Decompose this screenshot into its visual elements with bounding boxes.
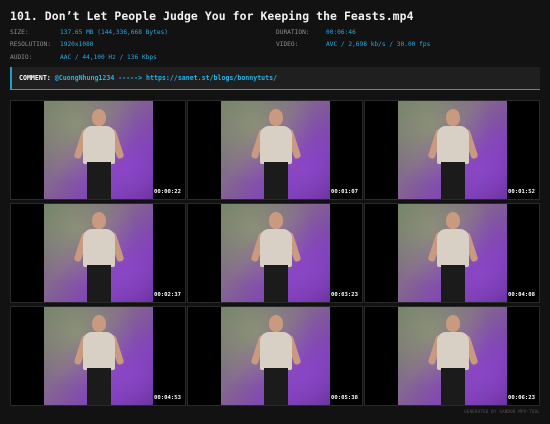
size-value: 137.65 MB (144,336,668 Bytes): [60, 29, 169, 36]
audio-label: AUDIO:: [10, 53, 33, 61]
thumbnail[interactable]: 00:03:23: [187, 203, 363, 303]
timestamp: 00:00:22: [154, 189, 181, 195]
video-frame: [398, 101, 507, 199]
thumbnail[interactable]: 00:06:23: [364, 306, 540, 406]
resolution-row: RESOLUTION: 1920x1080: [10, 39, 168, 51]
thumbnail[interactable]: 00:04:53: [10, 306, 186, 406]
video-label: VIDEO:: [276, 41, 299, 49]
video-frame: [44, 204, 153, 302]
resolution-value: 1920x1080: [60, 41, 94, 49]
timestamp: 00:01:52: [508, 189, 535, 195]
speaker-figure: [73, 109, 124, 199]
thumbnail-grid: 00:00:22 00:01:07 00:01:52 00:02:37 00:0…: [10, 100, 540, 406]
speaker-figure: [73, 315, 124, 405]
size-label: SIZE:: [10, 29, 29, 36]
timestamp: 00:03:23: [331, 292, 358, 298]
speaker-figure: [427, 212, 478, 302]
thumbnail[interactable]: 00:01:07: [187, 100, 363, 200]
metadata-right: DURATION: 00:06:46 VIDEO: AVC / 2,698 kb/s…: [276, 27, 430, 52]
generator-credit: GENERATED BY SANDOR MPV-TOOL: [464, 409, 540, 414]
video-frame: [398, 204, 507, 302]
timestamp: 00:01:07: [331, 189, 358, 195]
video-value: AVC / 2,698 kb/s / 30.00 fps: [326, 41, 431, 49]
speaker-figure: [427, 315, 478, 405]
timestamp: 00:02:37: [154, 292, 181, 298]
thumbnail[interactable]: 00:04:08: [364, 203, 540, 303]
comment-bar: COMMENT: @CuongNhung1234 -----> https://…: [10, 67, 540, 90]
video-title: 101. Don’t Let People Judge You for Keep…: [10, 9, 414, 23]
video-frame: [398, 307, 507, 405]
video-frame: [221, 204, 330, 302]
thumbnail[interactable]: 00:01:52: [364, 100, 540, 200]
video-row: VIDEO: AVC / 2,698 kb/s / 30.00 fps: [276, 39, 430, 51]
video-frame: [221, 307, 330, 405]
audio-value: AAC / 44,100 Hz / 136 Kbps: [60, 53, 157, 61]
speaker-figure: [250, 109, 301, 199]
comment-value: @CuongNhung1234 -----> https://sanet.st/…: [54, 74, 278, 82]
speaker-figure: [427, 109, 478, 199]
speaker-figure: [250, 212, 301, 302]
speaker-figure: [250, 315, 301, 405]
thumbnail[interactable]: 00:05:38: [187, 306, 363, 406]
duration-row: DURATION: 00:06:46: [276, 27, 430, 39]
video-frame: [44, 307, 153, 405]
thumbnail[interactable]: 00:02:37: [10, 203, 186, 303]
video-frame: [221, 101, 330, 199]
duration-label: DURATION:: [276, 29, 310, 36]
video-frame: [44, 101, 153, 199]
metadata-left: SIZE: 137.65 MB (144,336,668 Bytes) RESOL…: [10, 27, 168, 64]
timestamp: 00:04:53: [154, 395, 181, 401]
thumbnail[interactable]: 00:00:22: [10, 100, 186, 200]
audio-row: AUDIO: AAC / 44,100 Hz / 136 Kbps: [10, 52, 168, 64]
duration-value: 00:06:46: [326, 29, 356, 36]
size-row: SIZE: 137.65 MB (144,336,668 Bytes): [10, 27, 168, 39]
speaker-figure: [73, 212, 124, 302]
timestamp: 00:05:38: [331, 395, 358, 401]
timestamp: 00:06:23: [508, 395, 535, 401]
timestamp: 00:04:08: [508, 292, 535, 298]
resolution-label: RESOLUTION:: [10, 41, 51, 49]
comment-label: COMMENT:: [19, 74, 51, 82]
